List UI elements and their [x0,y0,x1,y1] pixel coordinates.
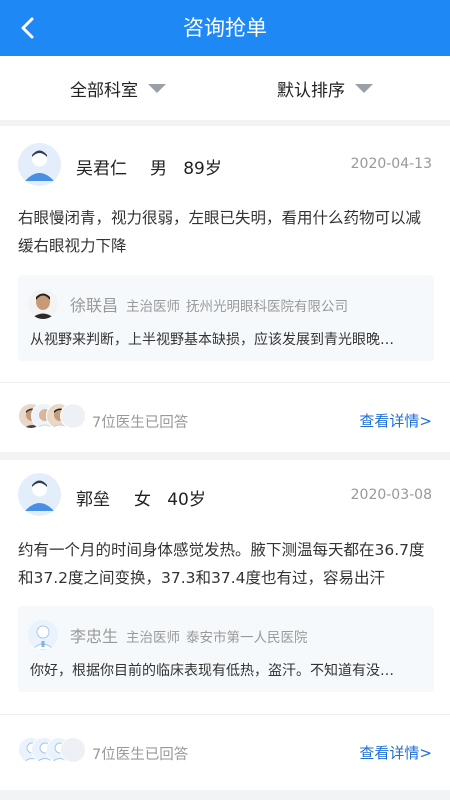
sort-filter-label: 默认排序 [277,80,345,101]
question-text: 约有一个月的时间身体感觉发热。腋下测温每天都在36.7度和37.2度之间变换，3… [18,541,425,587]
page-title: 咨询抢单 [183,16,267,40]
doctor-title: 主治医师 [126,630,181,646]
patient-gender: 女 [134,490,151,510]
answered-doctors-avatars [18,403,88,431]
sort-filter[interactable]: 默认排序 [277,56,373,120]
doctor-hospital: 抚州光明眼科医院有限公司 [186,299,349,315]
patient-name: 郭垒 [76,490,110,510]
department-filter-label: 全部科室 [70,80,138,101]
doctor-answer[interactable]: 李忠生 主治医师 泰安市第一人民医院 你好，根据你目前的临床表现有低热，盗汗。不知道… [18,606,434,692]
dropdown-triangle-icon [355,83,373,93]
department-filter[interactable]: 全部科室 [70,56,166,120]
doctor-default-icon [28,620,58,650]
doctor-name: 徐联昌 [70,296,119,315]
answered-doctors-avatars [18,737,88,765]
dropdown-triangle-icon [148,83,166,93]
person-icon [18,473,61,516]
answered-count: 7位医生已回答 [92,747,189,763]
patient-avatar [18,143,61,186]
answer-text: 你好，根据你目前的临床表现有低热，盗汗。不知道有没… [30,663,394,679]
doctor-title: 主治医师 [126,299,181,315]
patient-gender-age: 男 89岁 [150,154,222,179]
filter-bar: 全部科室 默认排序 [0,56,450,120]
doctor-avatar [28,620,58,650]
doctor-avatar-thumb [60,403,86,429]
doctor-avatar [28,289,58,319]
view-details-link[interactable]: 查看详情> [359,410,432,431]
doctor-info: 李忠生 主治医师 泰安市第一人民医院 [70,623,308,647]
patient-avatar [18,473,61,516]
patient-gender-age: 女 40岁 [134,485,206,510]
doctor-avatar-thumb [60,737,86,763]
consultation-card[interactable]: 郭垒 女 40岁 2020-03-08 约有一个月的时间身体感觉发热。腋下测温每… [0,460,450,790]
divider [0,714,450,715]
patient-gender: 男 [150,159,167,179]
view-details-link[interactable]: 查看详情> [359,742,432,763]
doctor-answer[interactable]: 徐联昌 主治医师 抚州光明眼科医院有限公司 从视野来判断，上半视野基本缺损，应该发展… [18,275,434,361]
answered-count: 7位医生已回答 [92,415,189,431]
patient-name: 吴君仁 [76,159,127,179]
doctor-hospital: 泰安市第一人民医院 [186,630,308,646]
doctor-name: 李忠生 [70,627,119,646]
person-icon [18,143,61,186]
consult-date: 2020-04-13 [350,156,432,172]
patient-age: 40岁 [167,490,206,510]
answer-text: 从视野来判断，上半视野基本缺损，应该发展到青光眼晚… [30,332,394,348]
consultation-card[interactable]: 吴君仁 男 89岁 2020-04-13 右眼慢闭青，视力很弱，左眼已失明，看用… [0,126,450,452]
doctor-info: 徐联昌 主治医师 抚州光明眼科医院有限公司 [70,292,348,316]
doctor-photo-icon [28,289,58,319]
app-header: 咨询抢单 [0,0,450,56]
consult-date: 2020-03-08 [350,487,432,503]
patient-age: 89岁 [183,159,222,179]
question-text: 右眼慢闭青，视力很弱，左眼已失明，看用什么药物可以减缓右眼视力下降 [18,209,422,255]
divider [0,382,450,383]
